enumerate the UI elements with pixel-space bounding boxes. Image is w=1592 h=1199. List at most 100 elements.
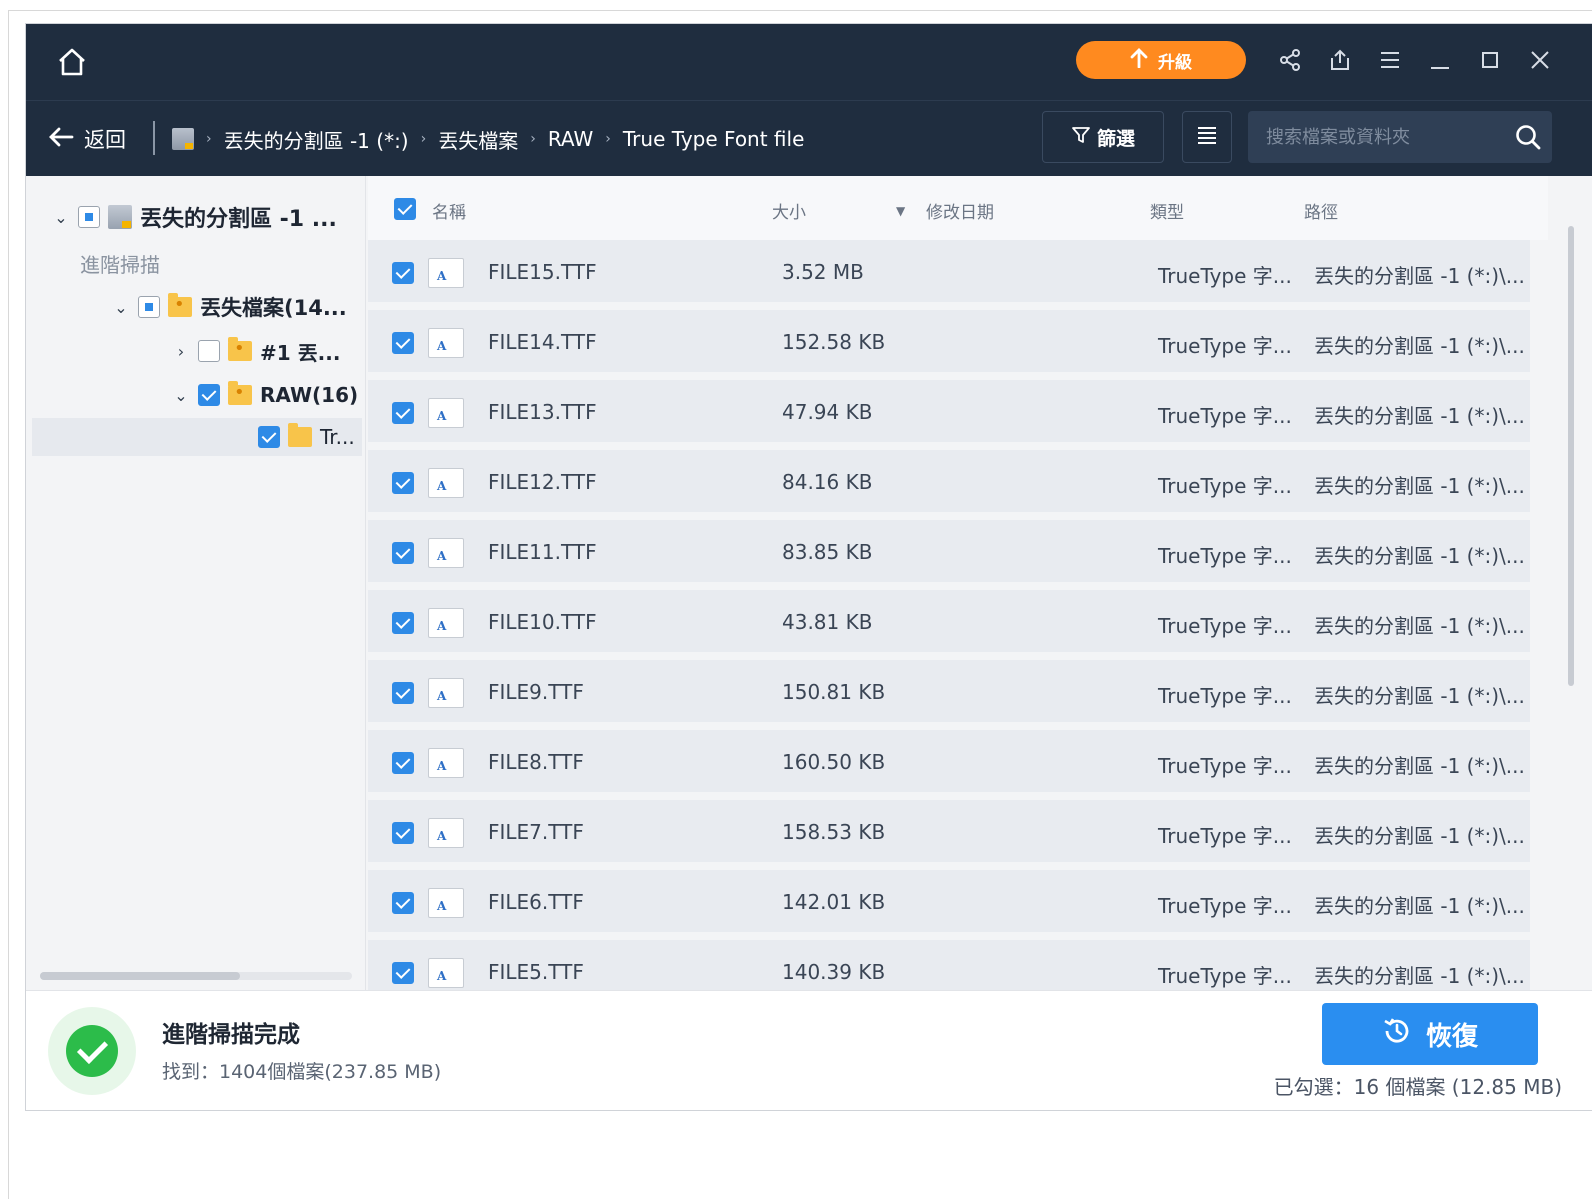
table-row[interactable]: FILE6.TTF 142.01 KB TrueType 字... 丟失的分割區 -1…: [368, 870, 1530, 936]
arrow-up-icon: [1130, 47, 1148, 73]
row-checkbox[interactable]: [392, 542, 414, 564]
file-path: 丟失的分割區 -1 (*:)\...: [1314, 964, 1525, 988]
checkbox[interactable]: [198, 340, 220, 362]
breadcrumb-item[interactable]: RAW: [548, 127, 593, 151]
select-all-checkbox[interactable]: [394, 198, 416, 220]
table-row[interactable]: FILE12.TTF 84.16 KB TrueType 字... 丟失的分割區 -1…: [368, 450, 1530, 516]
row-checkbox[interactable]: [392, 962, 414, 984]
file-path: 丟失的分割區 -1 (*:)\...: [1314, 614, 1525, 638]
file-type: TrueType 字...: [1158, 894, 1292, 918]
home-icon[interactable]: [54, 44, 90, 80]
maximize-icon[interactable]: [1476, 46, 1504, 74]
tree-item-tr[interactable]: Tr...: [32, 418, 362, 456]
horizontal-scrollbar[interactable]: [32, 968, 362, 980]
back-button[interactable]: 返回: [48, 123, 126, 155]
chevron-right-icon: ›: [206, 131, 212, 147]
tree-item-lost-files[interactable]: ⌄ 丟失檔案(14...: [112, 288, 347, 326]
column-header-path[interactable]: 路徑: [1304, 198, 1338, 223]
file-size: 84.16 KB: [782, 470, 873, 494]
recover-button[interactable]: 恢復: [1322, 1003, 1538, 1065]
file-name: FILE6.TTF: [488, 890, 584, 914]
row-checkbox[interactable]: [392, 682, 414, 704]
table-row[interactable]: FILE8.TTF 160.50 KB TrueType 字... 丟失的分割區 -1…: [368, 730, 1530, 796]
chevron-right-icon[interactable]: ›: [172, 342, 190, 361]
row-checkbox[interactable]: [392, 332, 414, 354]
checkbox[interactable]: [138, 296, 160, 318]
file-path: 丟失的分割區 -1 (*:)\...: [1314, 824, 1525, 848]
table-row[interactable]: FILE10.TTF 43.81 KB TrueType 字... 丟失的分割區 -1…: [368, 590, 1530, 656]
row-checkbox[interactable]: [392, 612, 414, 634]
font-file-icon: [428, 468, 464, 498]
file-name: FILE10.TTF: [488, 610, 597, 634]
breadcrumb-item[interactable]: 丟失檔案: [438, 125, 518, 154]
status-footer: 進階掃描完成 找到：1404個檔案(237.85 MB) 恢復 已勾選：16 個…: [26, 990, 1592, 1110]
file-path: 丟失的分割區 -1 (*:)\...: [1314, 474, 1525, 498]
tree-item-raw[interactable]: ⌄ RAW(16): [172, 376, 358, 414]
arrow-left-icon: [48, 126, 74, 153]
upgrade-button[interactable]: 升級: [1076, 41, 1246, 79]
search-input[interactable]: [1248, 111, 1498, 163]
export-icon[interactable]: [1326, 46, 1354, 74]
row-checkbox[interactable]: [392, 752, 414, 774]
sort-down-icon[interactable]: ▼: [896, 204, 905, 218]
breadcrumb-item[interactable]: 丟失的分割區 -1 (*:): [224, 125, 409, 154]
minimize-icon[interactable]: [1426, 46, 1454, 74]
font-file-icon: [428, 328, 464, 358]
table-row[interactable]: FILE9.TTF 150.81 KB TrueType 字... 丟失的分割區 -1…: [368, 660, 1530, 726]
chevron-down-icon[interactable]: ⌄: [112, 298, 130, 317]
table-row[interactable]: FILE14.TTF 152.58 KB TrueType 字... 丟失的分割區 -…: [368, 310, 1530, 376]
menu-icon[interactable]: [1376, 46, 1404, 74]
filter-button[interactable]: 篩選: [1042, 111, 1164, 163]
file-size: 150.81 KB: [782, 680, 886, 704]
chevron-down-icon[interactable]: ⌄: [52, 208, 70, 227]
file-type: TrueType 字...: [1158, 334, 1292, 358]
title-bar: 升級: [26, 24, 1592, 100]
row-checkbox[interactable]: [392, 262, 414, 284]
file-type: TrueType 字...: [1158, 264, 1292, 288]
folder-icon: [228, 337, 252, 361]
share-icon[interactable]: [1276, 46, 1304, 74]
filter-label: 篩選: [1096, 127, 1135, 150]
tree-label: 丟失檔案(14...: [200, 296, 347, 320]
table-row[interactable]: FILE15.TTF 3.52 MB TrueType 字... 丟失的分割區 -1 …: [368, 240, 1530, 306]
font-file-icon: [428, 818, 464, 848]
checkbox[interactable]: [198, 384, 220, 406]
row-checkbox[interactable]: [392, 402, 414, 424]
checkbox[interactable]: [258, 426, 280, 448]
tree-item-1[interactable]: › #1 丟...: [172, 332, 340, 370]
drive-icon: [108, 205, 132, 229]
table-row[interactable]: FILE7.TTF 158.53 KB TrueType 字... 丟失的分割區 -1…: [368, 800, 1530, 866]
list-view-icon: [1196, 125, 1218, 149]
status-title: 進階掃描完成: [162, 1022, 300, 1048]
file-type: TrueType 字...: [1158, 684, 1292, 708]
column-header-date[interactable]: 修改日期: [926, 198, 994, 223]
column-header-type[interactable]: 類型: [1150, 198, 1184, 223]
table-row[interactable]: FILE11.TTF 83.85 KB TrueType 字... 丟失的分割區 -1…: [368, 520, 1530, 586]
row-checkbox[interactable]: [392, 892, 414, 914]
column-header-size[interactable]: 大小: [772, 198, 806, 223]
file-name: FILE15.TTF: [488, 260, 597, 284]
table-row[interactable]: FILE5.TTF 140.39 KB TrueType 字... 丟失的分割區 -1…: [368, 940, 1530, 990]
checkbox[interactable]: [78, 206, 100, 228]
file-size: 142.01 KB: [782, 890, 886, 914]
row-checkbox[interactable]: [392, 472, 414, 494]
tree-item-root[interactable]: ⌄ 丟失的分割區 -1 ...: [52, 198, 337, 236]
chevron-right-icon: ›: [420, 131, 427, 147]
filter-icon: [1071, 125, 1091, 150]
search-icon[interactable]: [1514, 123, 1542, 151]
table-row[interactable]: FILE13.TTF 47.94 KB TrueType 字... 丟失的分割區 -1…: [368, 380, 1530, 446]
column-header-name[interactable]: 名稱: [432, 198, 466, 223]
file-size: 152.58 KB: [782, 330, 886, 354]
font-file-icon: [428, 398, 464, 428]
chevron-down-icon[interactable]: ⌄: [172, 386, 190, 405]
file-path: 丟失的分割區 -1 (*:)\...: [1314, 264, 1525, 288]
list-view-button[interactable]: [1182, 111, 1232, 163]
close-icon[interactable]: [1526, 46, 1554, 74]
breadcrumb-item[interactable]: True Type Font file: [623, 127, 805, 151]
row-checkbox[interactable]: [392, 822, 414, 844]
search-box: [1248, 111, 1552, 163]
nav-bar: 返回 › 丟失的分割區 -1 (*:) › 丟失檔案 › RAW › True …: [26, 100, 1592, 176]
vertical-scrollbar[interactable]: [1560, 176, 1590, 990]
file-list: 名稱 大小 ▼ 修改日期 類型 路徑 FILE15.TTF 3.52 MB True…: [368, 176, 1548, 990]
file-name: FILE8.TTF: [488, 750, 584, 774]
